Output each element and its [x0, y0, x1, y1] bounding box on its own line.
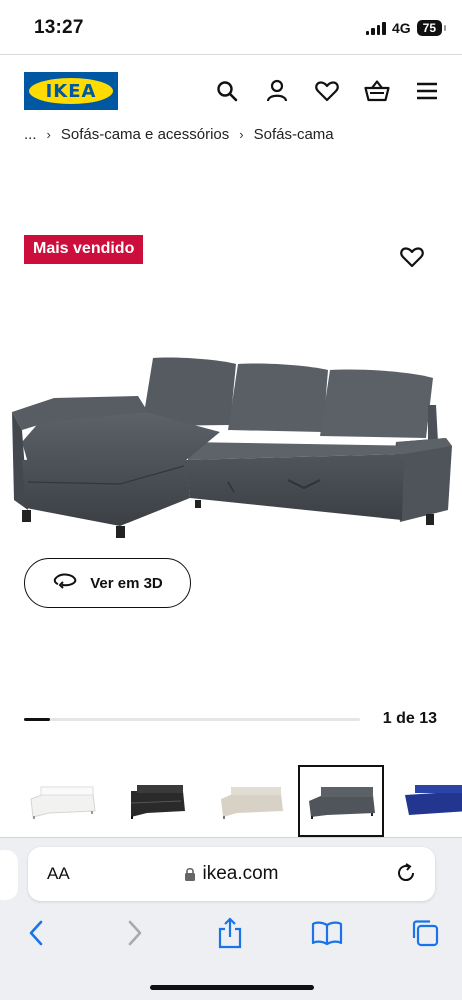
thumbnail-grey-sofa[interactable]: [298, 765, 384, 837]
breadcrumb-ellipsis[interactable]: ...: [24, 126, 37, 143]
basket-icon[interactable]: [364, 78, 390, 104]
network-type: 4G: [391, 20, 411, 36]
breadcrumb-item[interactable]: Sofás-cama e acessórios: [61, 126, 229, 143]
site-header: IKEA: [0, 72, 462, 112]
previous-tab-edge[interactable]: [0, 850, 18, 900]
product-image[interactable]: [8, 350, 456, 542]
menu-icon[interactable]: [414, 78, 440, 104]
thumbnail-beige-sofa[interactable]: [208, 765, 294, 837]
thumbnail-blue-sofa[interactable]: [394, 765, 462, 837]
rotate-3d-icon: [52, 572, 78, 594]
address-bar[interactable]: AA ikea.com: [28, 847, 435, 901]
gallery-counter: 1 de 13: [382, 710, 437, 727]
browser-nav: [0, 916, 462, 950]
user-icon[interactable]: [264, 78, 290, 104]
header-icons: [214, 78, 440, 104]
reload-icon[interactable]: [395, 862, 419, 886]
gallery-thumbnails: [0, 765, 462, 837]
share-icon[interactable]: [213, 916, 247, 950]
battery-icon: 75: [416, 20, 447, 36]
status-indicators: 4G 75: [365, 20, 447, 36]
thumbnail-white-sofa[interactable]: [20, 765, 106, 837]
heart-icon[interactable]: [314, 78, 340, 104]
view-3d-label: Ver em 3D: [90, 574, 163, 592]
browser-toolbar: AA ikea.com: [0, 837, 462, 1000]
signal-icon: [365, 21, 386, 35]
search-icon[interactable]: [214, 78, 240, 104]
home-indicator: [150, 985, 314, 990]
back-icon[interactable]: [19, 916, 53, 950]
breadcrumb: ... › Sofás-cama e acessórios › Sofás-ca…: [24, 126, 334, 143]
tabs-icon[interactable]: [408, 916, 442, 950]
status-time: 13:27: [34, 17, 84, 38]
forward-icon[interactable]: [118, 916, 152, 950]
bookmarks-icon[interactable]: [310, 916, 344, 950]
chevron-right-icon: ›: [239, 127, 244, 142]
bestseller-badge: Mais vendido: [24, 235, 144, 264]
favourite-heart-icon[interactable]: [400, 246, 426, 272]
url-text: ikea.com: [202, 863, 279, 884]
view-3d-button[interactable]: Ver em 3D: [24, 558, 191, 608]
ikea-logo[interactable]: IKEA: [24, 72, 118, 110]
chevron-right-icon: ›: [46, 127, 51, 142]
lock-icon: [185, 867, 196, 881]
status-bar: 13:27 4G 75: [0, 0, 462, 54]
logo-oval: IKEA: [29, 78, 113, 104]
divider: [0, 54, 462, 55]
logo-text: IKEA: [45, 80, 97, 102]
gallery-progress-fill: [24, 718, 50, 721]
thumbnail-black-sofa[interactable]: [114, 765, 200, 837]
breadcrumb-item[interactable]: Sofás-cama: [254, 126, 334, 143]
gallery-progress: [24, 718, 360, 721]
url-display[interactable]: ikea.com: [28, 863, 435, 885]
